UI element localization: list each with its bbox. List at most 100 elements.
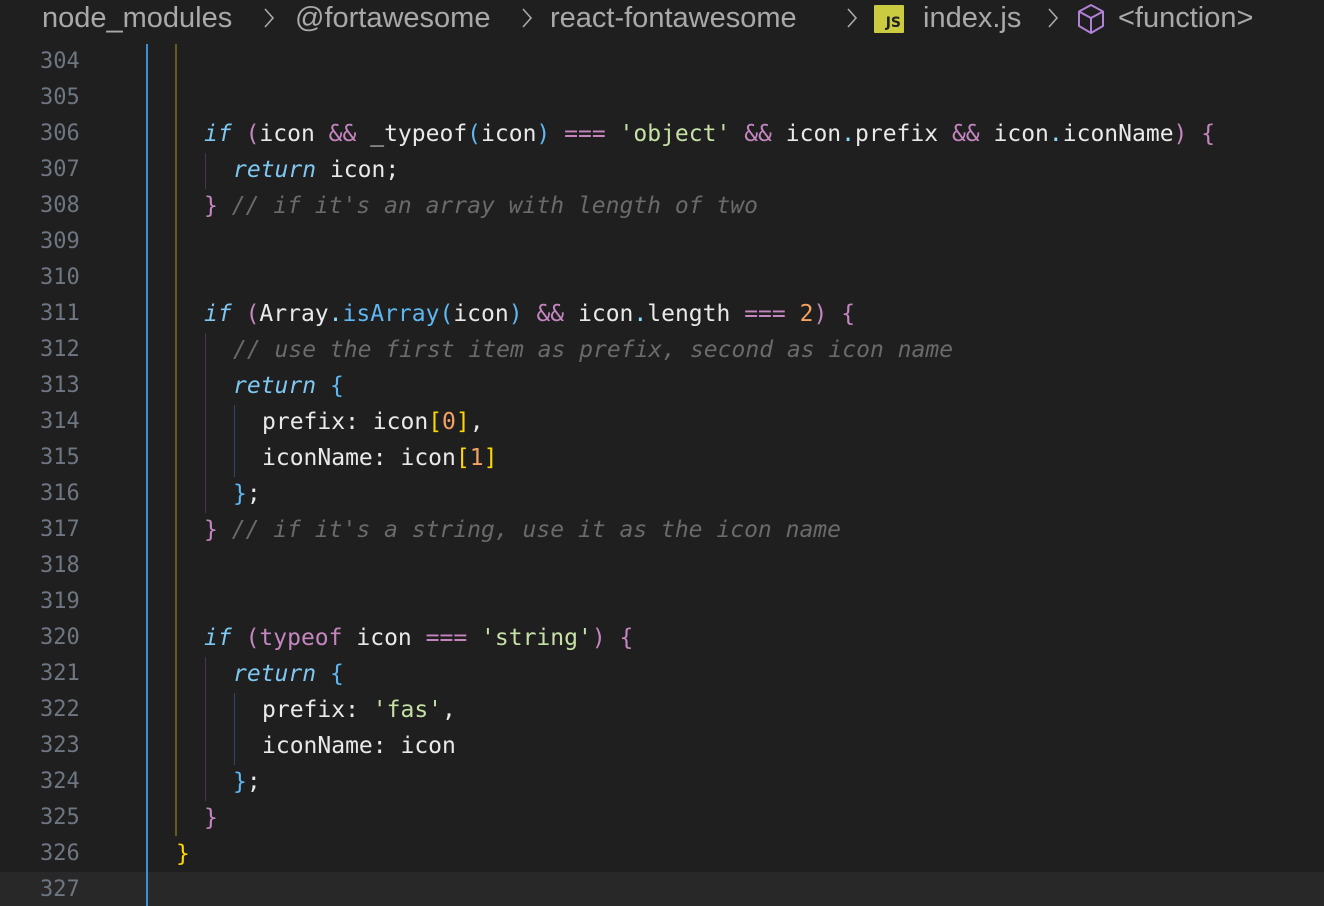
line-number: 321 — [40, 661, 80, 686]
code-token: : — [372, 733, 401, 759]
code-line[interactable]: 318 — [0, 548, 1324, 584]
code-token: === — [564, 121, 606, 147]
code-token: // if it's a string, use it as the icon … — [231, 517, 841, 543]
line-number: 325 — [40, 805, 80, 830]
code-line[interactable]: 326} — [0, 836, 1324, 872]
line-code: return { — [233, 656, 344, 692]
indent-guide — [234, 405, 235, 477]
code-line[interactable]: 308} // if it's an array with length of … — [0, 188, 1324, 224]
breadcrumb-item-symbol[interactable]: <function> — [1118, 0, 1253, 36]
code-line[interactable]: 309 — [0, 224, 1324, 260]
code-line[interactable]: 323 iconName: icon — [0, 728, 1324, 764]
line-number: 311 — [40, 301, 80, 326]
javascript-file-icon: JS — [874, 5, 904, 33]
code-token: 'string' — [481, 625, 592, 651]
code-token: && — [536, 301, 565, 327]
code-token: ( — [467, 121, 482, 147]
code-token: icon — [329, 157, 386, 183]
line-number: 307 — [40, 157, 80, 182]
code-line[interactable]: 320 if (typeof icon === 'string') { — [0, 620, 1324, 656]
line-code: return { — [233, 368, 344, 404]
code-line[interactable]: 313 return { — [0, 368, 1324, 404]
chevron-right-icon — [1044, 0, 1062, 36]
code-line[interactable]: 325} — [0, 800, 1324, 836]
code-token: icon — [481, 121, 537, 147]
line-code: if (icon && _typeof(icon) === 'object' &… — [204, 116, 1215, 152]
code-editor[interactable]: node_modules @fortawesome react-fontawes… — [0, 0, 1324, 906]
code-token: ( — [439, 301, 454, 327]
breadcrumb-item-file[interactable]: index.js — [923, 0, 1021, 36]
code-token: } — [233, 481, 247, 507]
code-token: icon — [993, 121, 1049, 147]
code-token: , — [442, 697, 456, 723]
code-token: icon — [453, 301, 509, 327]
indent-guide — [205, 657, 206, 801]
code-line[interactable]: 307 return icon; — [0, 152, 1324, 188]
code-line[interactable]: 311 if (Array.isArray(icon) && icon.lengt… — [0, 296, 1324, 332]
code-token: } — [204, 805, 218, 831]
code-line[interactable]: 312 // use the first item as prefix, seco… — [0, 332, 1324, 368]
line-number: 316 — [40, 481, 80, 506]
code-token: icon — [785, 121, 842, 147]
code-token: : — [372, 445, 401, 471]
code-token: } — [204, 517, 218, 543]
code-token: 'fas' — [372, 697, 443, 723]
code-line[interactable]: 305 — [0, 80, 1324, 116]
code-line[interactable]: 314 prefix: icon[0], — [0, 404, 1324, 440]
indent-guide — [205, 333, 206, 513]
code-line[interactable]: 317} // if it's a string, use it as the … — [0, 512, 1324, 548]
code-token: } — [233, 769, 247, 795]
code-token: prefix — [262, 697, 346, 723]
code-line[interactable]: 324}; — [0, 764, 1324, 800]
code-token: return — [233, 373, 317, 399]
code-token: . — [841, 121, 855, 147]
code-line[interactable]: 316}; — [0, 476, 1324, 512]
code-line[interactable]: 321 return { — [0, 656, 1324, 692]
code-token: [ — [428, 409, 443, 435]
line-number: 317 — [40, 517, 80, 542]
code-line[interactable]: 319 — [0, 584, 1324, 620]
code-token: // use the first item as prefix, second … — [233, 337, 954, 363]
code-token: // if it's an array with length of two — [231, 193, 758, 219]
line-number: 323 — [40, 733, 80, 758]
code-line[interactable]: 315 iconName: icon[1] — [0, 440, 1324, 476]
code-token: } — [176, 841, 190, 867]
breadcrumb-item-node-modules[interactable]: node_modules — [42, 0, 232, 36]
code-line[interactable]: 310 — [0, 260, 1324, 296]
code-token: if — [204, 625, 232, 651]
breadcrumb-item-react-fontawesome[interactable]: react-fontawesome — [550, 0, 797, 36]
code-token: if — [204, 121, 232, 147]
chevron-right-icon — [518, 0, 536, 36]
line-code: }; — [233, 476, 261, 512]
breadcrumb-item-fortawesome[interactable]: @fortawesome — [295, 0, 490, 36]
code-token: === — [425, 625, 468, 651]
code-token: { — [1201, 121, 1216, 147]
breadcrumb: node_modules @fortawesome react-fontawes… — [0, 0, 1324, 40]
code-line[interactable]: 322 prefix: 'fas', — [0, 692, 1324, 728]
code-line[interactable]: 306 if (icon && _typeof(icon) === 'object… — [0, 116, 1324, 152]
code-token: ( — [245, 301, 260, 327]
line-code: iconName: icon — [262, 728, 456, 764]
code-token: . — [1048, 121, 1063, 147]
code-line[interactable]: 304 — [0, 44, 1324, 80]
cube-icon — [1075, 2, 1107, 40]
code-token: icon — [372, 409, 429, 435]
line-number: 304 — [40, 49, 80, 74]
code-line[interactable]: 327 — [0, 872, 1324, 906]
line-code: } — [176, 836, 190, 872]
code-token: icon — [578, 301, 634, 327]
